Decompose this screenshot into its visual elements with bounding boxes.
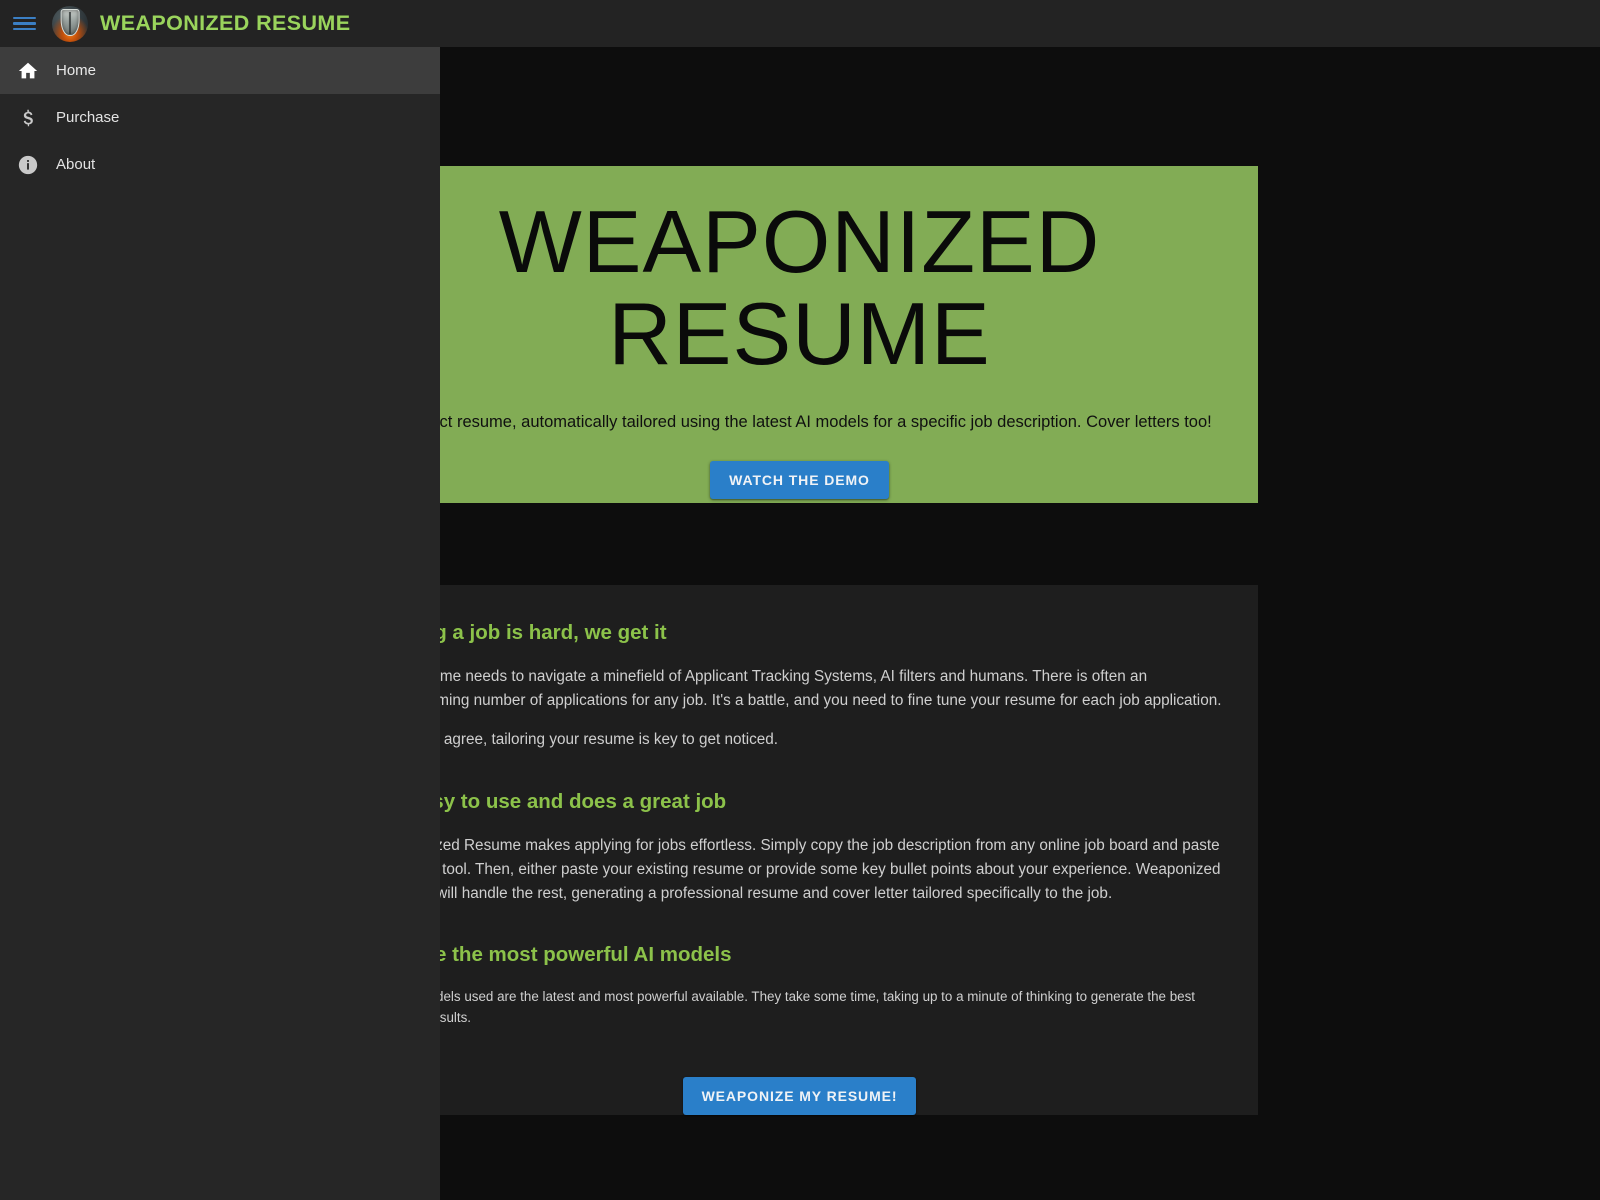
info-card: Getting a job is hard, we get it Your re… xyxy=(341,585,1258,1115)
sidebar-item-label: Home xyxy=(56,62,97,79)
page-root: WEAPONIZED RESUME A perfect resume, auto… xyxy=(0,0,1600,1200)
hero-title: WEAPONIZED RESUME xyxy=(365,195,1234,384)
section-paragraph: Your resume needs to navigate a minefiel… xyxy=(375,668,1222,709)
cta-container: WEAPONIZE MY RESUME! xyxy=(375,1076,1224,1115)
home-icon xyxy=(0,60,56,82)
hero-tagline: A perfect resume, automatically tailored… xyxy=(387,412,1212,431)
shield-shape xyxy=(60,9,80,37)
app-bar: WEAPONIZED RESUME xyxy=(0,0,1600,47)
section-heading-easy-to-use: It's easy to use and does a great job xyxy=(375,790,727,814)
section-paragraph: The AI models used are the latest and mo… xyxy=(375,989,1196,1025)
sidebar-item-purchase[interactable]: Purchase xyxy=(0,94,440,141)
sidebar-item-label: Purchase xyxy=(56,109,120,126)
menu-bar-3 xyxy=(12,27,36,31)
sidebar-item-label: About xyxy=(56,156,96,173)
sidebar-item-home[interactable]: Home xyxy=(0,47,440,94)
page-title: WEAPONIZED RESUME xyxy=(100,11,351,35)
info-circle-icon xyxy=(0,154,56,176)
navigation-drawer: Home Purchase About xyxy=(0,47,440,1200)
hero-title-line-2: RESUME xyxy=(608,284,991,384)
watch-the-demo-button[interactable]: WATCH THE DEMO xyxy=(710,460,889,499)
shield-logo-icon xyxy=(52,5,88,42)
weaponize-my-resume-button[interactable]: WEAPONIZE MY RESUME! xyxy=(682,1076,917,1115)
section-paragraph: Everyone agree, tailoring your resume is… xyxy=(375,731,779,749)
dollar-sign-icon xyxy=(0,107,56,129)
section-paragraph: Weaponized Resume makes applying for job… xyxy=(375,837,1221,902)
hero-banner: WEAPONIZED RESUME A perfect resume, auto… xyxy=(341,166,1258,503)
section-heading-getting-a-job-is-hard: Getting a job is hard, we get it xyxy=(375,621,667,644)
menu-bar-2 xyxy=(12,22,36,25)
sidebar-item-about[interactable]: About xyxy=(0,141,440,188)
hamburger-menu-icon[interactable] xyxy=(0,0,48,47)
hero-title-line-1: WEAPONIZED xyxy=(498,192,1101,291)
menu-bar-1 xyxy=(12,16,36,20)
section-heading-powerful-ai-models: We use the most powerful AI models xyxy=(375,943,732,967)
